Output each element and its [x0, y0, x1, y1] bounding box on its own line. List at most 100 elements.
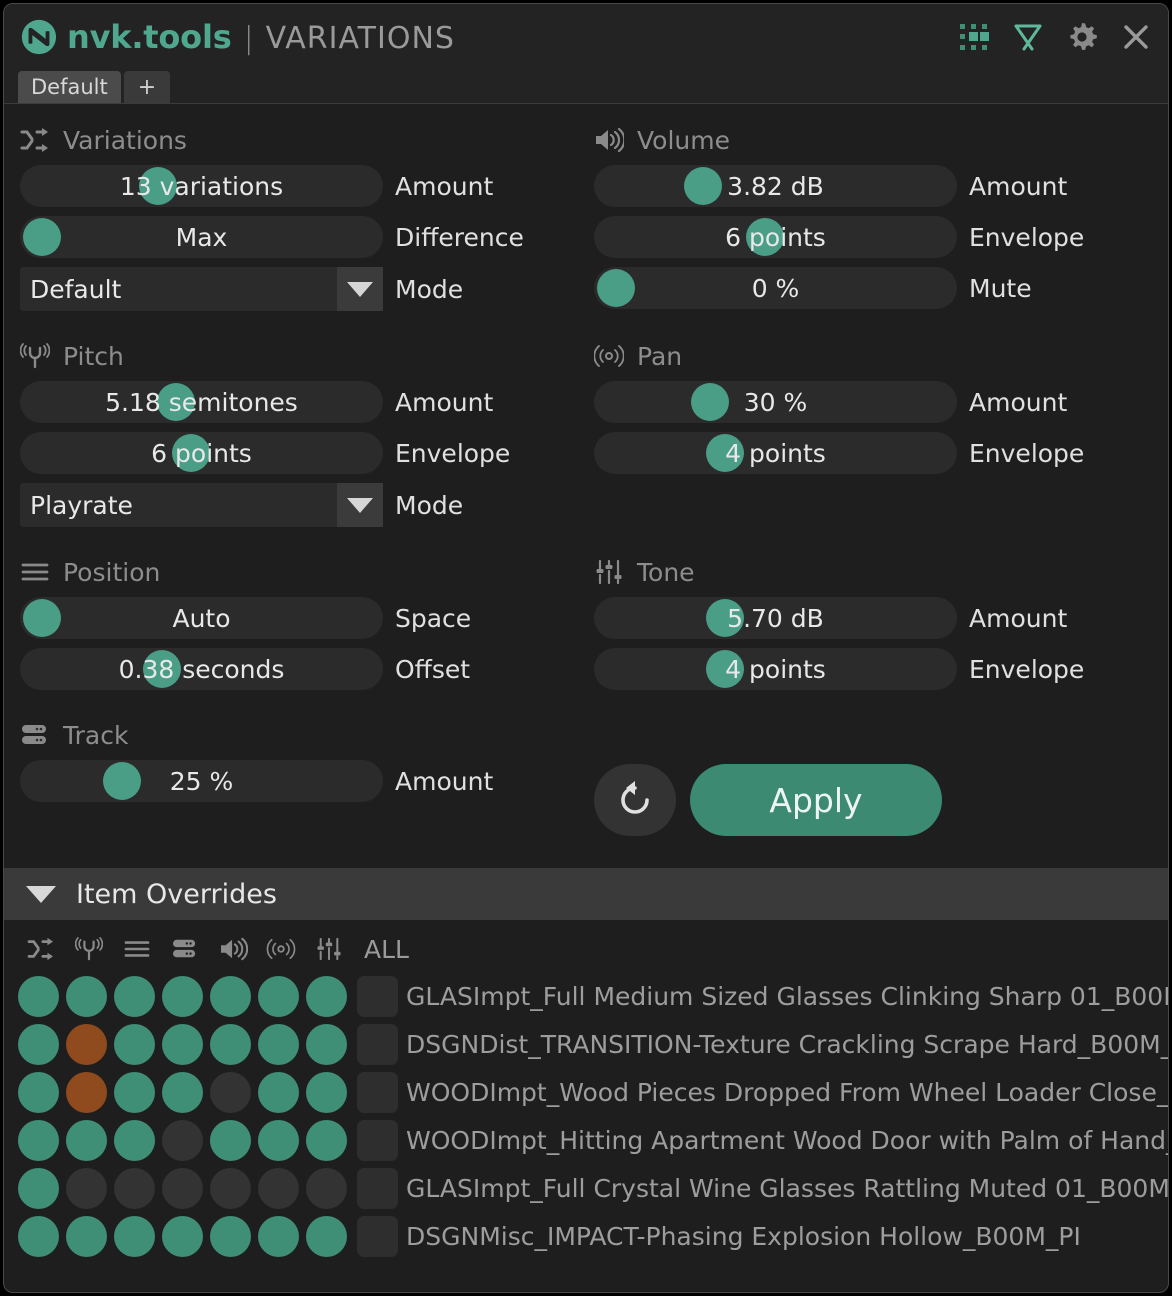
override-dot[interactable]: [210, 1120, 251, 1161]
override-dot[interactable]: [162, 1216, 203, 1257]
override-dot[interactable]: [306, 976, 347, 1017]
slider-knob[interactable]: [597, 269, 635, 307]
group-header: Volume: [594, 122, 1152, 158]
override-dot[interactable]: [66, 1216, 107, 1257]
col-mixer-icon[interactable]: [306, 937, 352, 961]
override-dot[interactable]: [210, 1168, 251, 1209]
slider-knob[interactable]: [139, 167, 177, 205]
position-offset-slider[interactable]: 0.38 seconds: [20, 648, 383, 690]
chevron-down-icon[interactable]: [337, 483, 383, 527]
volume-amount-slider[interactable]: 3.82 dB: [594, 165, 957, 207]
override-dot[interactable]: [18, 1072, 59, 1113]
override-dot[interactable]: [210, 1216, 251, 1257]
override-dot[interactable]: [18, 1120, 59, 1161]
override-dot[interactable]: [114, 1072, 155, 1113]
tone-amount-slider[interactable]: 5.70 dB: [594, 597, 957, 639]
row-checkbox[interactable]: [357, 976, 398, 1017]
slider-knob[interactable]: [103, 762, 141, 800]
position-space-slider[interactable]: Auto: [20, 597, 383, 639]
slider-knob[interactable]: [706, 599, 744, 637]
apply-button[interactable]: Apply: [690, 764, 942, 836]
triangle-down-icon[interactable]: [26, 886, 56, 903]
override-dot[interactable]: [162, 1024, 203, 1065]
override-dot[interactable]: [258, 1072, 299, 1113]
variations-difference-slider[interactable]: Max: [20, 216, 383, 258]
override-dot[interactable]: [258, 976, 299, 1017]
override-dot[interactable]: [66, 1168, 107, 1209]
pitch-amount-slider[interactable]: 5.18 semitones: [20, 381, 383, 423]
override-dot[interactable]: [66, 1120, 107, 1161]
override-dot[interactable]: [66, 1024, 107, 1065]
override-dot[interactable]: [258, 1120, 299, 1161]
row-checkbox[interactable]: [357, 1024, 398, 1065]
override-dot[interactable]: [18, 1024, 59, 1065]
override-dot[interactable]: [18, 1168, 59, 1209]
reset-button[interactable]: [594, 764, 676, 836]
override-dot[interactable]: [306, 1216, 347, 1257]
override-dot[interactable]: [114, 1168, 155, 1209]
slider-knob[interactable]: [684, 167, 722, 205]
slider-knob[interactable]: [706, 434, 744, 472]
override-dot[interactable]: [66, 1072, 107, 1113]
override-dot[interactable]: [258, 1168, 299, 1209]
chevron-down-icon[interactable]: [337, 267, 383, 311]
override-dot[interactable]: [66, 976, 107, 1017]
override-dot[interactable]: [306, 1024, 347, 1065]
shuffle-lines-icon[interactable]: [1010, 19, 1046, 55]
override-dot[interactable]: [306, 1072, 347, 1113]
row-checkbox[interactable]: [357, 1072, 398, 1113]
all-column-label[interactable]: ALL: [364, 935, 409, 964]
override-dot[interactable]: [210, 976, 251, 1017]
item-overrides-header[interactable]: Item Overrides: [4, 868, 1168, 920]
slider-knob[interactable]: [172, 434, 210, 472]
track-amount-slider[interactable]: 25 %: [20, 760, 383, 802]
gear-icon[interactable]: [1064, 19, 1100, 55]
overrides-matrix: ALL GLASImpt_Full Medium Sized Glasses C…: [4, 920, 1168, 1260]
pan-envelope-slider[interactable]: 4 points: [594, 432, 957, 474]
col-tuning-fork-icon[interactable]: [66, 937, 112, 961]
override-dot[interactable]: [162, 1120, 203, 1161]
grid-dots-icon[interactable]: [956, 19, 992, 55]
slider-knob[interactable]: [23, 218, 61, 256]
slider-knob[interactable]: [157, 383, 195, 421]
override-dot[interactable]: [162, 1072, 203, 1113]
override-dot[interactable]: [162, 976, 203, 1017]
override-dot[interactable]: [258, 1024, 299, 1065]
volume-envelope-slider[interactable]: 6 points: [594, 216, 957, 258]
col-speaker-icon[interactable]: [210, 937, 256, 961]
slider-knob[interactable]: [691, 383, 729, 421]
col-track-icon[interactable]: [162, 937, 208, 961]
pan-amount-slider[interactable]: 30 %: [594, 381, 957, 423]
override-dot[interactable]: [18, 976, 59, 1017]
override-dot[interactable]: [114, 1120, 155, 1161]
col-shuffle-icon[interactable]: [18, 937, 64, 961]
override-dot[interactable]: [162, 1168, 203, 1209]
close-icon[interactable]: [1118, 19, 1154, 55]
override-dot[interactable]: [114, 976, 155, 1017]
override-dot[interactable]: [306, 1120, 347, 1161]
variations-mode-dropdown[interactable]: Default: [20, 267, 383, 311]
pitch-envelope-slider[interactable]: 6 points: [20, 432, 383, 474]
override-dot[interactable]: [210, 1072, 251, 1113]
volume-mute-slider[interactable]: 0 %: [594, 267, 957, 309]
tone-envelope-slider[interactable]: 4 points: [594, 648, 957, 690]
col-lines-icon[interactable]: [114, 937, 160, 961]
override-dot[interactable]: [306, 1168, 347, 1209]
override-dot[interactable]: [18, 1216, 59, 1257]
slider-knob[interactable]: [23, 599, 61, 637]
row-checkbox[interactable]: [357, 1120, 398, 1161]
slider-knob[interactable]: [143, 650, 181, 688]
row-checkbox[interactable]: [357, 1216, 398, 1257]
override-dot[interactable]: [210, 1024, 251, 1065]
override-dot[interactable]: [258, 1216, 299, 1257]
slider-knob[interactable]: [706, 650, 744, 688]
row-checkbox[interactable]: [357, 1168, 398, 1209]
override-dot[interactable]: [114, 1024, 155, 1065]
pitch-mode-dropdown[interactable]: Playrate: [20, 483, 383, 527]
variations-amount-slider[interactable]: 13 variations: [20, 165, 383, 207]
col-pan-icon[interactable]: [258, 937, 304, 961]
slider-knob[interactable]: [746, 218, 784, 256]
tab-default[interactable]: Default: [18, 71, 121, 103]
override-dot[interactable]: [114, 1216, 155, 1257]
tab-add-button[interactable]: +: [124, 71, 170, 103]
